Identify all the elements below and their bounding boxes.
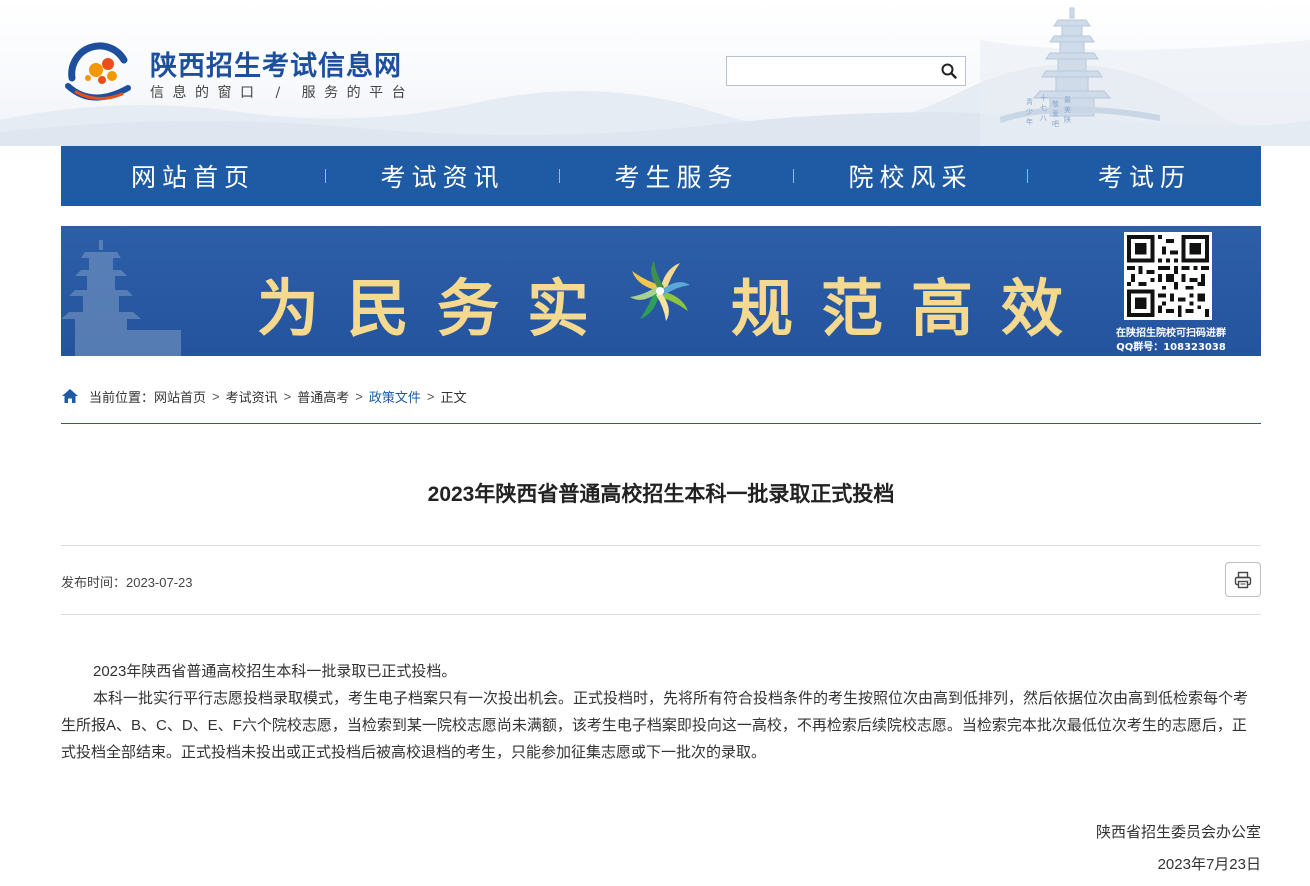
breadcrumb-policy-docs[interactable]: 政策文件 — [369, 387, 421, 406]
article-title: 2023年陕西省普通高校招生本科一批录取正式投档 — [427, 483, 895, 506]
print-button[interactable] — [1225, 562, 1261, 597]
signature-organization: 陕西省招生委员会办公室 — [1095, 824, 1261, 841]
breadcrumb-current: 正文 — [440, 389, 467, 405]
qr-code-icon — [1127, 235, 1209, 317]
site-title[interactable]: 陕西招生考试信息网 — [150, 44, 402, 83]
svg-text:少: 少 — [1026, 108, 1033, 116]
article-body: 2023年陕西省普通高校招生本科一批录取已正式投档。 本科一批实行平行志愿投档录… — [61, 658, 1261, 766]
nav-item-home[interactable]: 网站首页 — [61, 158, 325, 194]
main-nav: 网站首页 考试资讯 考生服务 院校风采 考试历 — [61, 146, 1261, 206]
banner-slogan-left: 为民务实 — [257, 272, 618, 345]
pinwheel-emblem — [630, 261, 690, 321]
title-divider — [61, 545, 1261, 546]
breadcrumb: 当前位置： 网站首页 > 考试资讯 > 普通高考 > 政策文件 > 正文 — [61, 386, 466, 406]
site-slogan: 信息的窗口 / 服务的平台 — [150, 85, 415, 101]
pagoda-illustration: 青少年 十七八 敬爱吧 最美陕 — [1000, 7, 1160, 128]
qq-group-number: QQ群号：108323038 — [1116, 342, 1226, 353]
svg-text:七: 七 — [1040, 103, 1047, 112]
meta-divider — [61, 614, 1261, 615]
search-box — [726, 56, 966, 86]
breadcrumb-separator: > — [212, 388, 220, 404]
breadcrumb-separator: > — [426, 388, 435, 404]
article-paragraph: 本科一批实行平行志愿投档录取模式，考生电子档案只有一次投出机会。正式投档时，先将… — [61, 690, 1249, 761]
printer-icon — [1234, 571, 1252, 588]
breadcrumb-separator: > — [355, 388, 363, 404]
site-header: 陕西招生考试信息网 信息的窗口 / 服务的平台 青少年 十七八 敬 爱 吧 最 … — [0, 0, 1310, 146]
publish-label: 发布时间： — [61, 575, 127, 590]
nav-item-exam-news[interactable]: 考试资讯 — [326, 158, 559, 194]
svg-text:最: 最 — [1064, 96, 1071, 104]
site-logo[interactable] — [62, 38, 136, 104]
svg-text:敬: 敬 — [1052, 99, 1059, 108]
publish-date: 2023-07-23 — [126, 575, 193, 590]
banner: 为民务实 规范高效 在陕招生院校可扫码进群 QQ群号：108323038 — [61, 226, 1261, 356]
svg-text:青: 青 — [1026, 97, 1033, 106]
nav-item-student-service[interactable]: 考生服务 — [560, 158, 793, 194]
home-icon — [62, 389, 78, 403]
banner-pagoda-illustration — [61, 240, 181, 356]
breadcrumb-separator: > — [283, 388, 292, 404]
svg-text:美: 美 — [1064, 105, 1071, 114]
svg-text:十: 十 — [1040, 93, 1047, 102]
svg-text:八: 八 — [1040, 114, 1047, 122]
article-paragraph: 2023年陕西省普通高校招生本科一批录取已正式投档。 — [93, 663, 457, 680]
search-button[interactable] — [933, 57, 965, 85]
nav-item-exam-calendar[interactable]: 考试历 — [1028, 158, 1261, 194]
svg-text:年: 年 — [1026, 117, 1033, 126]
breadcrumb-exam-news[interactable]: 考试资讯 — [226, 387, 278, 406]
qr-caption: 在陕招生院校可扫码进群 — [1116, 328, 1226, 339]
breadcrumb-gaokao[interactable]: 普通高考 — [297, 387, 349, 406]
search-icon — [941, 63, 957, 79]
breadcrumb-divider — [61, 423, 1261, 424]
banner-slogan-right: 规范高效 — [731, 272, 1092, 345]
publish-info: 发布时间：2023-07-23 — [61, 572, 193, 591]
svg-text:吧: 吧 — [1052, 120, 1059, 128]
breadcrumb-prefix: 当前位置： — [89, 389, 155, 405]
nav-item-colleges[interactable]: 院校风采 — [794, 158, 1027, 194]
search-input[interactable] — [727, 57, 935, 85]
signature-date: 2023年7月23日 — [1157, 856, 1261, 873]
qr-code — [1124, 232, 1212, 320]
svg-text:陕: 陕 — [1064, 115, 1071, 124]
svg-text:爱: 爱 — [1052, 110, 1059, 118]
breadcrumb-home[interactable]: 网站首页 — [154, 387, 206, 406]
